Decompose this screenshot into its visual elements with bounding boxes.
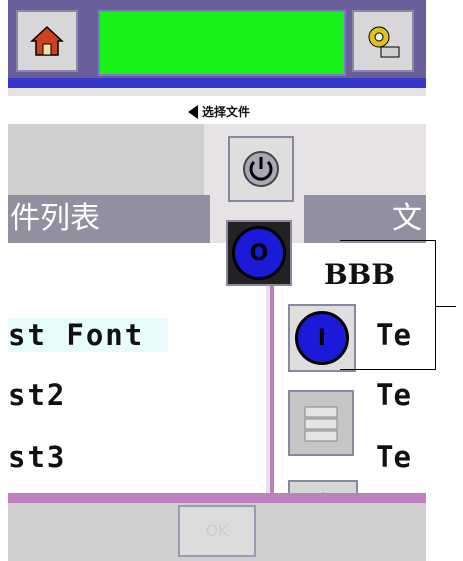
left-spacer <box>8 124 204 195</box>
top-bar-strip <box>8 78 426 88</box>
bottom-divider <box>8 493 426 503</box>
power-icon <box>243 151 279 187</box>
ok-button[interactable]: OK <box>178 505 256 557</box>
list-item[interactable]: st3 <box>8 440 66 474</box>
status-display <box>98 10 346 76</box>
file-list-title: 件列表 <box>8 195 210 243</box>
file-column-title: 文 <box>304 195 426 243</box>
list-item[interactable]: st2 <box>8 378 66 412</box>
disabled-button[interactable] <box>288 390 354 456</box>
annotation-bracket <box>340 240 436 370</box>
list-item-type: Te <box>376 440 411 474</box>
settings-button[interactable] <box>352 10 414 72</box>
stop-circle: O <box>232 226 286 280</box>
left-arrow-icon <box>188 104 198 119</box>
list-item[interactable]: st Font <box>8 318 168 352</box>
annotation-line <box>436 306 456 307</box>
power-button[interactable] <box>228 136 294 202</box>
stack-icon <box>304 406 338 442</box>
back-to-file-select[interactable]: 选择文件 <box>188 103 250 120</box>
stop-button[interactable]: O <box>226 220 292 286</box>
home-button[interactable] <box>16 10 78 72</box>
subtitle-label: 选择文件 <box>202 105 251 119</box>
list-item-type: Te <box>376 378 411 412</box>
home-icon <box>30 25 64 56</box>
gear-icon <box>368 26 400 58</box>
